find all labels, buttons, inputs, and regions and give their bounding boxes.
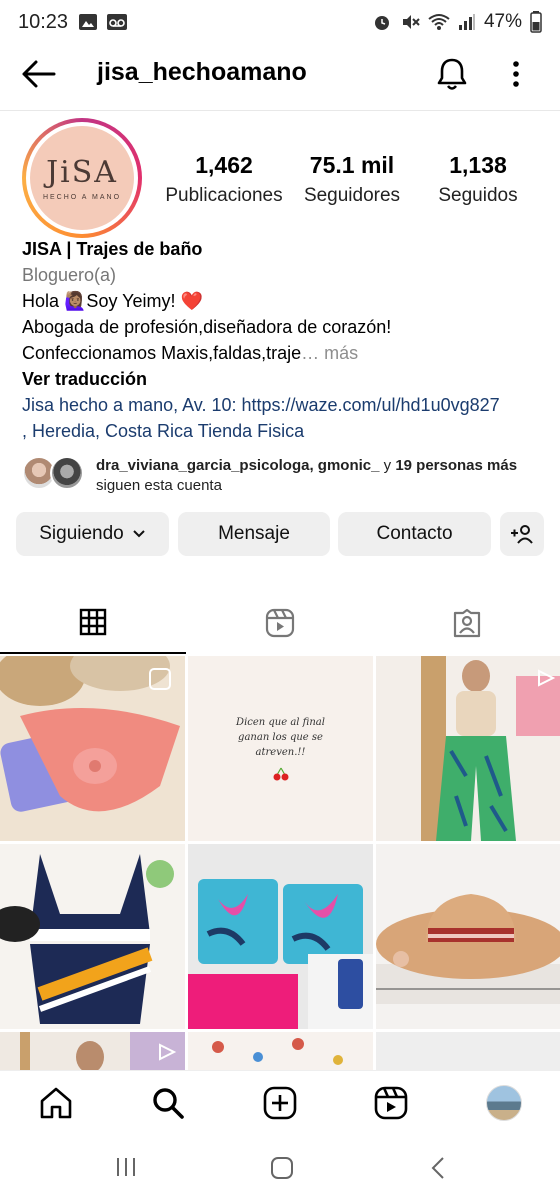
post-thumbnail[interactable] <box>188 1032 373 1070</box>
bio-more-link[interactable]: más <box>324 343 358 363</box>
tab-reels[interactable] <box>187 592 373 654</box>
signal-icon <box>458 14 475 30</box>
add-person-icon <box>511 525 533 544</box>
back-arrow-icon[interactable] <box>20 58 56 90</box>
stat-followers[interactable]: 75.1 mil Seguidores <box>296 152 408 207</box>
swimsuit-photo <box>0 656 185 841</box>
system-navigation-bar <box>0 1136 560 1200</box>
chevron-down-icon <box>133 530 145 538</box>
battery-level: 47% <box>483 11 522 32</box>
status-bar: 10:23 47% <box>0 0 560 44</box>
battery-icon <box>530 11 542 33</box>
post-thumbnail[interactable] <box>376 844 560 1029</box>
stat-posts[interactable]: 1,462 Publicaciones <box>160 152 288 207</box>
suggest-people-button[interactable] <box>500 512 544 556</box>
notification-bell-icon[interactable] <box>435 56 469 92</box>
tab-posts-grid[interactable] <box>0 592 186 654</box>
location-link-line-2[interactable]: , Heredia, Costa Rica Tienda Fisica <box>22 418 547 444</box>
following-button[interactable]: Siguiendo <box>16 512 169 556</box>
tagged-person-icon <box>453 608 481 638</box>
stat-following-label: Seguidos <box>438 185 518 206</box>
profile-tabs <box>0 592 560 654</box>
profile-name: JISA | Trajes de baño <box>22 239 203 259</box>
profile-category: Bloguero(a) <box>22 265 117 285</box>
outfit-photo <box>376 656 560 841</box>
post-thumbnail[interactable] <box>0 656 185 841</box>
home-icon[interactable] <box>38 1085 74 1121</box>
follower-avatar-2 <box>50 456 84 490</box>
avatar-logo-subtext: HECHO A MANO <box>42 194 122 201</box>
image-icon <box>79 14 98 30</box>
post-thumbnail[interactable] <box>376 656 560 841</box>
profile-bio: JISA | Trajes de baño Bloguero(a) Hola 🙋… <box>22 236 547 444</box>
wifi-icon <box>428 14 450 30</box>
tab-tagged[interactable] <box>374 592 560 654</box>
system-back-icon[interactable] <box>430 1156 446 1180</box>
home-button-icon[interactable] <box>270 1156 294 1180</box>
post-thumbnail[interactable] <box>376 1032 560 1070</box>
cherry-icon <box>273 767 288 781</box>
create-post-icon[interactable] <box>262 1085 298 1121</box>
bio-line-2: Abogada de profesión,diseñadora de coraz… <box>22 317 392 337</box>
message-button[interactable]: Mensaje <box>178 512 330 556</box>
stat-following[interactable]: 1,138 Seguidos <box>428 152 528 207</box>
bikini-photo <box>0 844 185 1029</box>
bio-ellipsis: … <box>301 343 325 363</box>
mutual-followers[interactable]: dra_viviana_garcia_psicologa, gmonic_ y … <box>22 454 547 498</box>
contact-button-label: Contacto <box>376 523 453 544</box>
voicemail-icon <box>107 14 128 30</box>
bio-line-3: Confeccionamos Maxis,faldas,traje… más <box>22 340 547 366</box>
reels-nav-icon[interactable] <box>373 1085 409 1121</box>
mutual-followers-text: dra_viviana_garcia_psicologa, gmonic_ y … <box>96 456 517 496</box>
fabric-photo <box>188 844 373 1029</box>
avatar-logo-text: JiSA <box>46 155 118 190</box>
more-options-icon[interactable] <box>506 58 526 90</box>
recent-apps-icon[interactable] <box>114 1156 138 1178</box>
post-thumbnail[interactable] <box>0 844 185 1029</box>
bio-line-3-text: Confeccionamos Maxis,faldas,traje <box>22 343 302 363</box>
profile-header: jisa_hechoamano <box>0 44 560 106</box>
contact-button[interactable]: Contacto <box>338 512 491 556</box>
alarm-icon <box>374 16 389 30</box>
stat-posts-label: Publicaciones <box>165 185 283 206</box>
profile-avatar-nav[interactable] <box>486 1085 522 1121</box>
reels-icon <box>265 608 295 638</box>
hat-photo <box>376 844 560 1029</box>
grid-icon <box>79 608 107 636</box>
bottom-navigation <box>0 1070 560 1136</box>
mirror-selfie-photo <box>0 1032 185 1070</box>
post-thumbnail[interactable]: Dicen que al final ganan los que se atre… <box>188 656 373 841</box>
mutual-followers-connector: y <box>379 457 396 474</box>
profile-avatar[interactable]: JiSA HECHO A MANO <box>22 118 142 238</box>
mutual-followers-names: dra_viviana_garcia_psicologa, gmonic_ <box>96 457 380 474</box>
posts-grid: Dicen que al final ganan los que se atre… <box>0 656 560 1070</box>
message-button-label: Mensaje <box>218 523 290 544</box>
following-button-label: Siguiendo <box>39 523 124 544</box>
profile-actions: Siguiendo Mensaje Contacto <box>16 512 544 558</box>
search-icon[interactable] <box>150 1085 186 1121</box>
stat-followers-label: Seguidores <box>303 185 401 206</box>
location-link-line-1[interactable]: Jisa hecho a mano, Av. 10: https://waze.… <box>22 392 547 418</box>
header-divider <box>0 110 560 111</box>
profile-username: jisa_hechoamano <box>97 58 307 86</box>
clock: 10:23 <box>18 10 69 33</box>
floral-fabric-photo <box>188 1032 373 1070</box>
bio-line-1: Hola 🙋🏽‍♀️Soy Yeimy! ❤️ <box>22 291 203 311</box>
mutual-followers-count: 19 personas más <box>395 457 518 474</box>
stat-following-value: 1,138 <box>449 152 507 178</box>
quote-text: Dicen que al final ganan los que se atre… <box>236 717 325 758</box>
mute-icon <box>402 15 420 29</box>
translate-link[interactable]: Ver traducción <box>22 366 547 392</box>
post-thumbnail[interactable] <box>188 844 373 1029</box>
stat-followers-value: 75.1 mil <box>309 152 395 178</box>
stat-posts-value: 1,462 <box>195 152 253 178</box>
mutual-followers-suffix: siguen esta cuenta <box>96 477 222 494</box>
post-thumbnail[interactable] <box>0 1032 185 1070</box>
